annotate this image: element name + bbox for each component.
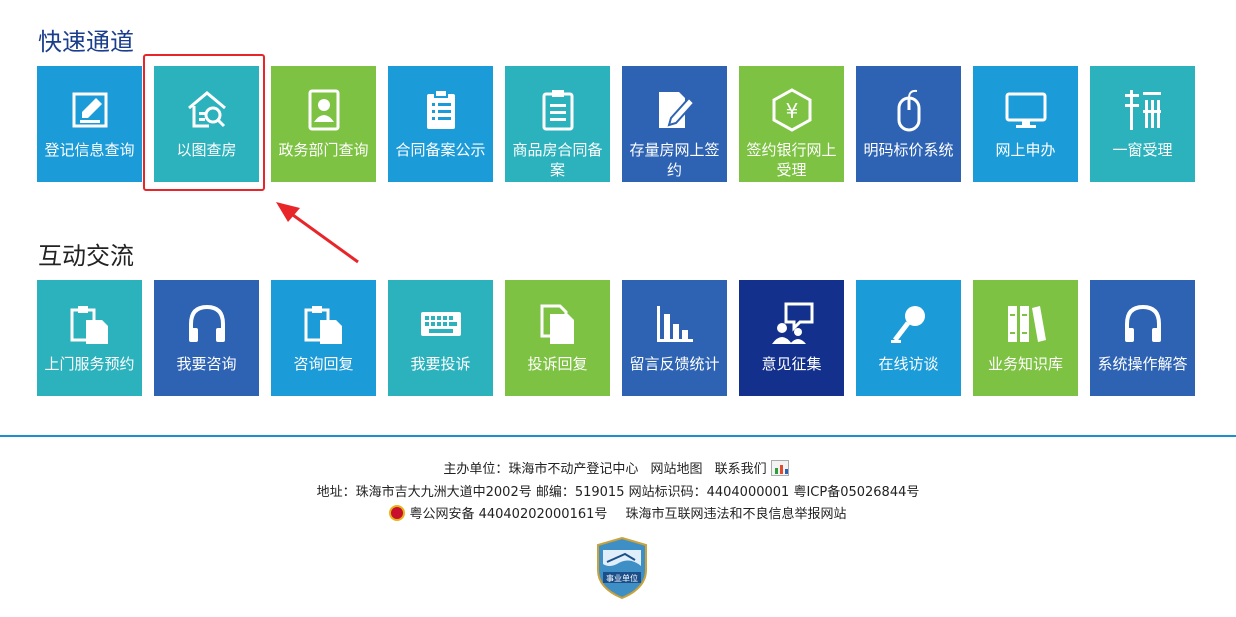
bank-yen-icon: ¥ xyxy=(770,88,814,132)
footer-line-2: 地址：珠海市吉大九洲大道中2002号 邮编：519015 网站标识码：44040… xyxy=(316,485,920,500)
microphone-icon xyxy=(887,302,931,346)
clipboard-doc-icon xyxy=(536,88,580,132)
interaction-tile-9[interactable]: 业务知识库 xyxy=(973,280,1078,396)
clipboard-copy-icon xyxy=(302,302,346,346)
tax-window-icon xyxy=(1121,88,1165,132)
quick_access-tile-6[interactable]: 存量房网上签约 xyxy=(622,66,727,182)
interaction-tile-10[interactable]: 系统操作解答 xyxy=(1090,280,1195,396)
interaction-tile-label: 投诉回复 xyxy=(527,355,588,373)
interaction-row: 上门服务预约 我要咨询 咨询回复 我要投诉 投诉回复 留言反馈统计 意见征集 在线访谈 业务知识… xyxy=(37,280,1195,396)
police-reg-link[interactable]: 粤公网安备 44040202000161号 xyxy=(409,507,607,522)
host-label: 主办单位：珠海市不动产登记中心 xyxy=(443,462,639,477)
quick_access-tile-10[interactable]: 一窗受理 xyxy=(1090,66,1195,182)
sign-pen-icon xyxy=(653,88,697,132)
clipboard-list-icon xyxy=(419,88,463,132)
interaction-tile-label: 上门服务预约 xyxy=(44,355,135,373)
interaction-tile-8[interactable]: 在线访谈 xyxy=(856,280,961,396)
quick_access-tile-1[interactable]: 登记信息查询 xyxy=(37,66,142,182)
quick_access-tile-4[interactable]: 合同备案公示 xyxy=(388,66,493,182)
police-badge-icon xyxy=(389,505,406,521)
quick_access-tile-3[interactable]: 政务部门查询 xyxy=(271,66,376,182)
contact-link[interactable]: 联系我们 xyxy=(715,460,793,477)
quick_access-tile-9[interactable]: 网上申办 xyxy=(973,66,1078,182)
interaction-title: 互动交流 xyxy=(38,242,134,270)
stat-counter-icon[interactable] xyxy=(770,460,789,476)
interaction-tile-label: 在线访谈 xyxy=(878,355,939,373)
footer-line-3: 粤公网安备 44040202000161号 珠海市互联网违法和不良信息举报网站 xyxy=(0,503,1236,522)
interaction-tile-5[interactable]: 投诉回复 xyxy=(505,280,610,396)
highlight-box xyxy=(143,54,265,191)
interaction-tile-2[interactable]: 我要咨询 xyxy=(154,280,259,396)
interaction-tile-label: 我要咨询 xyxy=(176,355,237,373)
report-site-link[interactable]: 珠海市互联网违法和不良信息举报网站 xyxy=(626,507,847,522)
interaction-tile-label: 业务知识库 xyxy=(987,355,1063,373)
quick_access-tile-label: 登记信息查询 xyxy=(44,141,135,159)
quick_access-tile-label: 存量房网上签约 xyxy=(629,141,720,179)
red-arrow-icon xyxy=(276,202,359,264)
interaction-tile-4[interactable]: 我要投诉 xyxy=(388,280,493,396)
monitor-icon xyxy=(1004,88,1048,132)
quick-access-title: 快速通道 xyxy=(38,28,134,56)
quick_access-tile-8[interactable]: 明码标价系统 xyxy=(856,66,961,182)
mouse-icon xyxy=(887,88,931,132)
footer-divider xyxy=(0,435,1236,437)
svg-text:¥: ¥ xyxy=(785,99,798,123)
interaction-tile-label: 咨询回复 xyxy=(293,355,354,373)
quick_access-tile-5[interactable]: 商品房合同备案 xyxy=(505,66,610,182)
books-icon xyxy=(1004,302,1048,346)
quick_access-tile-label: 商品房合同备案 xyxy=(512,141,603,179)
interaction-tile-label: 留言反馈统计 xyxy=(629,355,720,373)
public-institution-shield-icon[interactable]: 事业单位 xyxy=(595,536,649,600)
id-card-icon xyxy=(302,88,346,132)
svg-text:事业单位: 事业单位 xyxy=(606,573,638,583)
quick_access-tile-label: 政务部门查询 xyxy=(278,141,369,159)
interaction-tile-3[interactable]: 咨询回复 xyxy=(271,280,376,396)
quick_access-tile-7[interactable]: ¥ 签约银行网上受理 xyxy=(739,66,844,182)
interaction-tile-7[interactable]: 意见征集 xyxy=(739,280,844,396)
quick_access-tile-label: 明码标价系统 xyxy=(863,141,954,159)
keyboard-icon xyxy=(419,302,463,346)
quick_access-tile-label: 签约银行网上受理 xyxy=(746,141,837,179)
interaction-tile-1[interactable]: 上门服务预约 xyxy=(37,280,142,396)
interaction-tile-6[interactable]: 留言反馈统计 xyxy=(622,280,727,396)
footer-line-1: 主办单位：珠海市不动产登记中心 网站地图 联系我们 xyxy=(0,458,1236,477)
quick_access-tile-label: 网上申办 xyxy=(995,141,1056,159)
quick_access-tile-label: 一窗受理 xyxy=(1112,141,1173,159)
interaction-tile-label: 我要投诉 xyxy=(410,355,471,373)
quick_access-tile-label: 合同备案公示 xyxy=(395,141,486,159)
clipboard-copy-icon xyxy=(68,302,112,346)
documents-icon xyxy=(536,302,580,346)
headphones-icon xyxy=(185,302,229,346)
interaction-tile-label: 系统操作解答 xyxy=(1097,355,1188,373)
interaction-tile-label: 意见征集 xyxy=(761,355,822,373)
edit-form-icon xyxy=(68,88,112,132)
sitemap-link[interactable]: 网站地图 xyxy=(650,462,702,477)
bar-chart-icon xyxy=(653,302,697,346)
headphones-icon xyxy=(1121,302,1165,346)
people-chat-icon xyxy=(770,302,814,346)
